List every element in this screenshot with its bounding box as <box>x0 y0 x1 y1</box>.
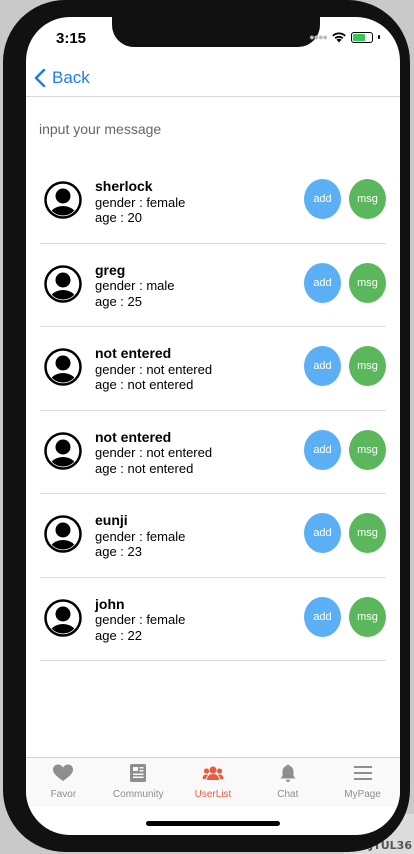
user-info: eunji gender : female age : 23 <box>95 512 186 560</box>
add-button[interactable]: add <box>304 346 341 386</box>
add-button[interactable]: add <box>304 513 341 553</box>
msg-button[interactable]: msg <box>349 596 386 637</box>
avatar-icon <box>44 181 82 219</box>
user-row: not entered gender : not entered age : n… <box>40 411 386 494</box>
phone-frame: 3:15 ●●●● Back input your message sherlo… <box>3 0 410 852</box>
tab-mypage[interactable]: MyPage <box>325 758 400 807</box>
add-button[interactable]: add <box>304 596 341 637</box>
tab-community[interactable]: Community <box>101 758 176 807</box>
user-age: age : 22 <box>95 627 142 643</box>
user-row: sherlock gender : female age : 20 add ms… <box>40 160 386 244</box>
msg-button[interactable]: msg <box>349 429 386 470</box>
tab-label: MyPage <box>344 789 381 800</box>
avatar-icon <box>44 598 82 637</box>
user-gender: gender : female <box>95 194 186 210</box>
msg-button[interactable]: msg <box>349 262 386 303</box>
user-row: not entered gender : not entered age : n… <box>40 327 386 411</box>
tab-chat[interactable]: Chat <box>250 758 325 807</box>
phone-screen: 3:15 ●●●● Back input your message sherlo… <box>26 17 400 835</box>
tab-favor[interactable]: Favor <box>26 758 101 807</box>
user-info: not entered gender : not entered age : n… <box>95 428 213 477</box>
avatar-icon <box>44 264 82 303</box>
user-gender: gender : male <box>95 278 175 293</box>
user-age: age : not entered <box>95 377 194 392</box>
bell-icon <box>280 764 296 782</box>
home-indicator <box>146 821 280 826</box>
user-info: greg gender : male age : 25 <box>95 261 175 310</box>
user-row: eunji gender : female age : 23 add msg <box>40 494 386 578</box>
user-age: age : 23 <box>95 544 142 559</box>
avatar-icon <box>44 515 82 553</box>
user-age: age : 25 <box>95 293 142 309</box>
user-name: eunji <box>95 512 128 528</box>
tab-bar: Favor Community UserList Chat MyPage <box>26 757 400 807</box>
status-time: 3:15 <box>56 30 87 47</box>
back-label: Back <box>52 68 90 87</box>
user-gender: gender : female <box>95 528 186 544</box>
heart-icon <box>53 764 74 781</box>
tab-label: Community <box>112 789 164 800</box>
user-row: greg gender : male age : 25 add msg <box>40 244 386 327</box>
users-icon <box>202 766 224 780</box>
nav-bar: Back <box>26 61 400 97</box>
message-input[interactable] <box>39 117 379 141</box>
user-gender: gender : not entered <box>95 445 213 460</box>
user-name: not entered <box>95 428 172 445</box>
avatar-icon <box>44 348 82 386</box>
menu-icon <box>353 766 372 780</box>
user-age: age : 20 <box>95 210 142 225</box>
notch <box>112 17 320 47</box>
wifi-icon <box>332 32 346 43</box>
msg-button[interactable]: msg <box>349 179 386 219</box>
user-list: sherlock gender : female age : 20 add ms… <box>40 160 386 661</box>
status-indicators: ●●●● <box>309 31 380 43</box>
tab-userlist[interactable]: UserList <box>176 758 251 807</box>
msg-button[interactable]: msg <box>349 513 386 553</box>
chevron-left-icon <box>34 69 46 87</box>
user-name: sherlock <box>95 178 153 194</box>
signal-icon: ●●●● <box>309 32 328 42</box>
user-name: john <box>95 595 125 612</box>
tab-label: UserList <box>194 789 232 800</box>
user-row: john gender : female age : 22 add msg <box>40 578 386 661</box>
user-name: not entered <box>95 345 172 361</box>
user-info: sherlock gender : female age : 20 <box>95 178 186 226</box>
add-button[interactable]: add <box>304 179 341 219</box>
user-info: john gender : female age : 22 <box>95 595 186 644</box>
user-gender: gender : not entered <box>95 361 213 377</box>
add-button[interactable]: add <box>304 429 341 470</box>
add-button[interactable]: add <box>304 262 341 303</box>
tab-label: Chat <box>277 789 299 800</box>
msg-button[interactable]: msg <box>349 346 386 386</box>
avatar-icon <box>44 431 82 470</box>
back-button[interactable]: Back <box>34 68 90 88</box>
battery-icon <box>351 31 373 43</box>
newspaper-icon <box>130 764 147 782</box>
user-info: not entered gender : not entered age : n… <box>95 345 213 393</box>
tab-label: Favor <box>50 789 77 800</box>
user-name: greg <box>95 261 126 278</box>
user-age: age : not entered <box>95 460 194 476</box>
user-gender: gender : female <box>95 612 186 627</box>
